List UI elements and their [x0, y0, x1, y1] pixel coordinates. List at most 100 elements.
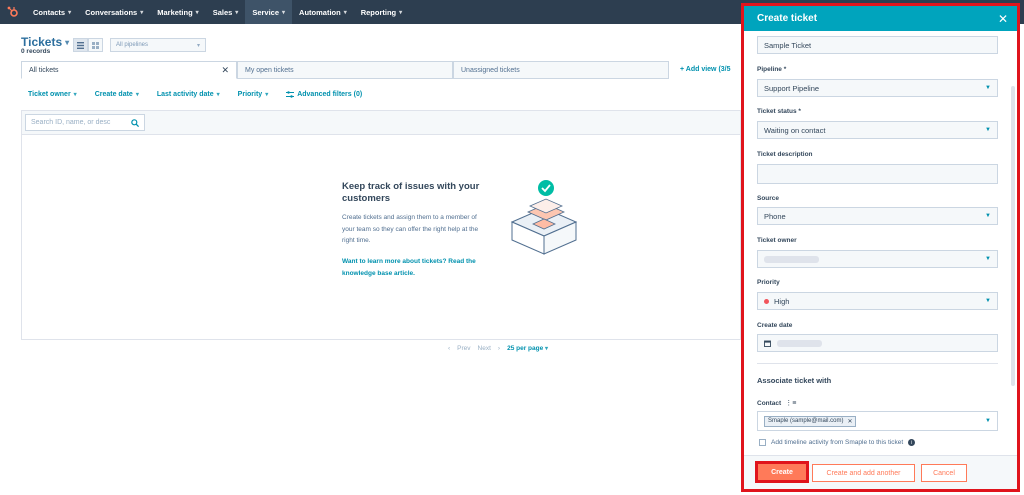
timeline-activity-row: Add timeline activity from Smaple to thi… — [759, 439, 916, 446]
tab-unassigned-tickets[interactable]: Unassigned tickets — [453, 61, 669, 79]
info-icon[interactable]: i — [908, 439, 916, 446]
priority-select[interactable]: High ▼ — [757, 292, 998, 310]
nav-conversations[interactable]: Conversations ▾ — [78, 0, 150, 24]
tree-list-icon[interactable]: ⋮≡ — [785, 399, 796, 407]
list-view-button[interactable] — [73, 38, 88, 52]
chevron-down-icon: ▾ — [135, 92, 139, 98]
records-count: 0 records — [21, 48, 51, 55]
priority-dot-icon — [764, 298, 769, 304]
empty-state-description: Create tickets and assign them to a memb… — [342, 214, 479, 244]
chevron-down-icon: ▾ — [343, 9, 347, 16]
close-icon[interactable]: ✕ — [998, 13, 1008, 25]
chevron-down-icon: ▾ — [65, 37, 70, 47]
nav-marketing[interactable]: Marketing ▾ — [150, 0, 205, 24]
contact-label: Contact ⋮≡ — [757, 399, 797, 408]
create-date-input[interactable] — [757, 334, 998, 352]
source-label: Source — [757, 195, 780, 202]
timeline-activity-checkbox[interactable] — [759, 439, 766, 446]
chevron-down-icon: ▾ — [140, 9, 144, 16]
chevron-down-icon: ▼ — [985, 85, 991, 91]
remove-tag-icon[interactable]: ✕ — [847, 418, 852, 425]
view-tabs: All tickets ✕ My open tickets Unassigned… — [21, 61, 669, 79]
ticket-status-select[interactable]: Waiting on contact ▼ — [757, 121, 998, 139]
ticket-description-input[interactable] — [757, 164, 998, 184]
search-input[interactable]: Search ID, name, or desc — [25, 114, 145, 131]
search-icon[interactable] — [131, 118, 139, 127]
tab-my-open-tickets[interactable]: My open tickets — [237, 61, 453, 79]
chevron-left-icon: ‹ — [448, 345, 451, 352]
redacted-owner — [764, 255, 819, 263]
chevron-down-icon: ▼ — [985, 418, 991, 424]
drawer-scrollbar[interactable] — [1011, 86, 1015, 386]
ticket-owner-select[interactable]: ▼ — [757, 250, 998, 268]
chevron-down-icon: ▾ — [399, 9, 403, 16]
chevron-down-icon: ▾ — [282, 9, 286, 16]
pipeline-select[interactable]: All pipelines ▾ — [110, 38, 206, 52]
hubspot-logo-icon[interactable] — [0, 0, 26, 24]
create-button[interactable]: Create — [755, 461, 809, 483]
pagination: ‹ Prev Next › 25 per page ▾ — [448, 345, 548, 352]
drawer-title: Create ticket — [757, 13, 818, 24]
filter-sliders-icon — [286, 91, 295, 98]
knowledge-base-link[interactable]: Want to learn more about tickets? Read t… — [342, 256, 490, 279]
chevron-down-icon: ▾ — [216, 92, 220, 98]
page-title[interactable]: Tickets ▾ — [21, 35, 69, 49]
chevron-down-icon: ▾ — [68, 9, 72, 16]
cancel-button[interactable]: Cancel — [921, 464, 967, 482]
chevron-down-icon: ▾ — [73, 92, 77, 98]
empty-state-box-illustration-icon — [506, 178, 582, 256]
ticket-owner-label: Ticket owner — [757, 237, 797, 244]
chevron-down-icon: ▼ — [985, 256, 991, 262]
ticket-status-label: Ticket status * — [757, 108, 801, 115]
source-select[interactable]: Phone ▼ — [757, 207, 998, 225]
filter-last-activity-date[interactable]: Last activity date ▾ — [157, 91, 220, 98]
board-view-button[interactable] — [88, 38, 103, 52]
section-divider — [757, 363, 998, 364]
filter-create-date[interactable]: Create date ▾ — [95, 91, 139, 98]
nav-contacts[interactable]: Contacts ▾ — [26, 0, 78, 24]
filter-priority[interactable]: Priority ▾ — [238, 91, 269, 98]
nav-sales[interactable]: Sales ▾ — [206, 0, 246, 24]
chevron-down-icon: ▾ — [265, 92, 269, 98]
prev-page-button[interactable]: Prev — [457, 345, 470, 352]
pipeline-label: Pipeline * — [757, 66, 787, 73]
per-page-select[interactable]: 25 per page ▾ — [507, 345, 548, 352]
empty-state-title: Keep track of issues with your customers — [342, 181, 480, 204]
chevron-down-icon: ▾ — [545, 346, 549, 352]
nav-reporting[interactable]: Reporting ▾ — [354, 0, 409, 24]
advanced-filters-button[interactable]: Advanced filters (0) — [286, 91, 362, 98]
ticket-name-input[interactable]: Sample Ticket — [757, 36, 998, 54]
create-date-label: Create date — [757, 322, 793, 329]
calendar-icon — [764, 340, 771, 347]
nav-automation[interactable]: Automation ▾ — [292, 0, 354, 24]
list-icon — [77, 41, 84, 49]
nav-service[interactable]: Service ▾ — [245, 0, 293, 24]
chevron-down-icon: ▾ — [195, 9, 199, 16]
contact-tag: Smaple (sample@mail.com) ✕ — [764, 415, 857, 427]
chevron-down-icon: ▾ — [235, 9, 239, 16]
chevron-down-icon: ▼ — [985, 298, 991, 304]
next-page-button[interactable]: Next — [478, 345, 491, 352]
chevron-right-icon: › — [497, 345, 501, 352]
drawer-header: Create ticket ✕ — [744, 6, 1017, 31]
contact-association-select[interactable]: Smaple (sample@mail.com) ✕ ▼ — [757, 411, 998, 431]
view-toggle — [73, 38, 103, 52]
create-ticket-panel: Create ticket ✕ Sample Ticket Pipeline *… — [741, 3, 1020, 492]
pipeline-select[interactable]: Support Pipeline ▼ — [757, 79, 998, 97]
drawer-footer: Create Create and add another Cancel — [744, 455, 1017, 489]
add-view-button[interactable]: + Add view (3/5 — [680, 66, 731, 73]
associate-section-title: Associate ticket with — [757, 376, 832, 385]
filter-bar: Ticket owner ▾ Create date ▾ Last activity… — [28, 91, 362, 98]
ticket-description-label: Ticket description — [757, 151, 813, 158]
create-and-add-another-button[interactable]: Create and add another — [812, 464, 915, 482]
tab-all-tickets[interactable]: All tickets ✕ — [21, 61, 237, 79]
grid-icon — [92, 41, 99, 49]
chevron-down-icon: ▼ — [985, 127, 991, 133]
close-icon[interactable]: ✕ — [221, 65, 229, 76]
priority-label: Priority — [757, 279, 780, 286]
redacted-date — [777, 339, 822, 347]
table-toolbar: Search ID, name, or desc — [22, 111, 740, 135]
chevron-down-icon: ▾ — [196, 42, 200, 49]
filter-ticket-owner[interactable]: Ticket owner ▾ — [28, 91, 77, 98]
chevron-down-icon: ▼ — [985, 213, 991, 219]
